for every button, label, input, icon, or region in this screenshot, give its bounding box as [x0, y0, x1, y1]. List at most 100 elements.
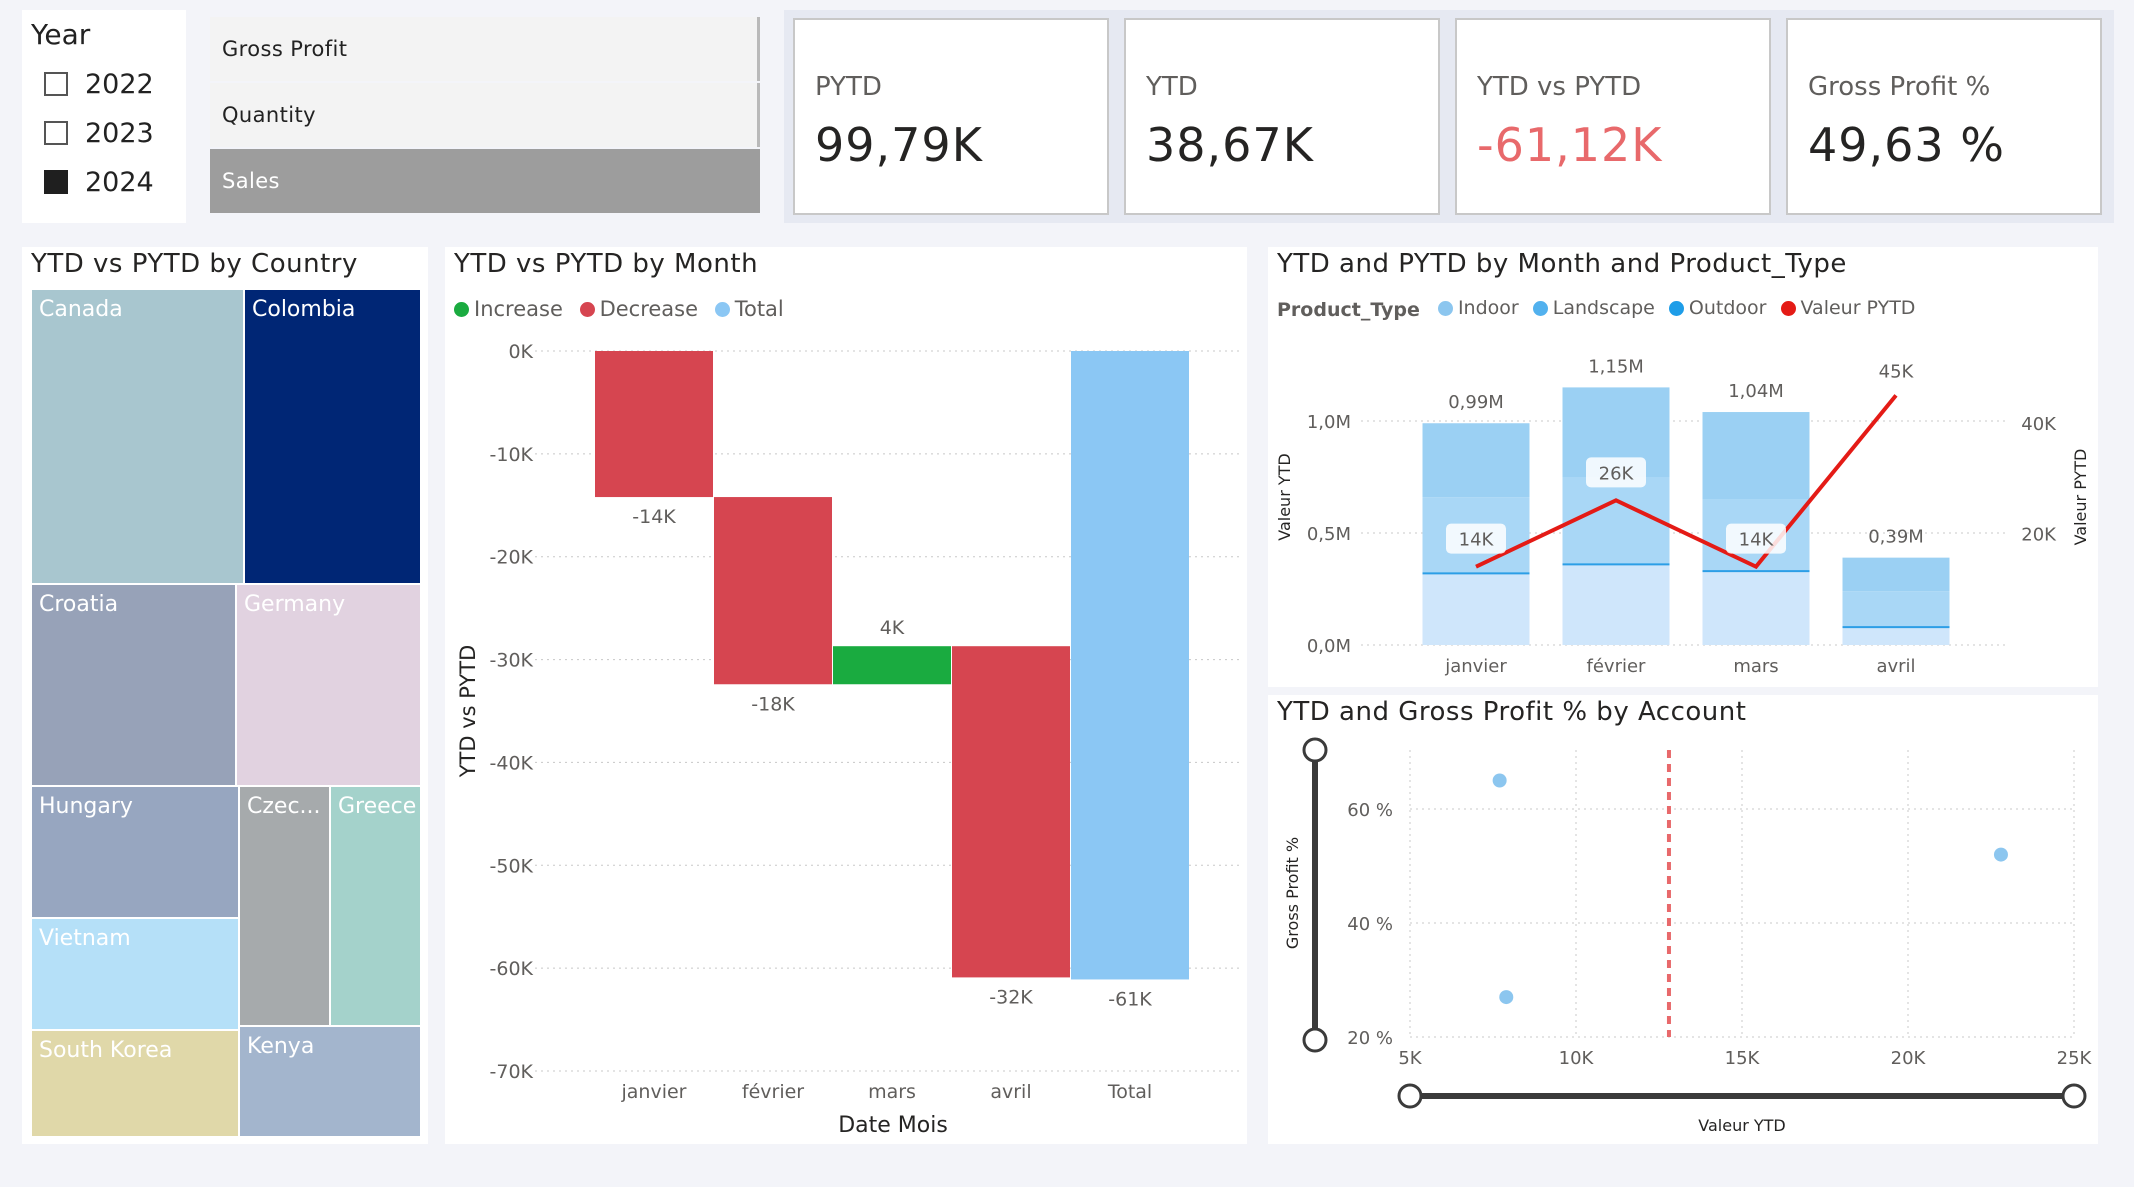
- y-zoom-handle-bottom[interactable]: [1302, 1027, 1328, 1053]
- checkbox-2022[interactable]: [44, 72, 68, 96]
- kpi-value: 99,79K: [815, 118, 983, 172]
- treemap-tile-south-korea[interactable]: South Korea: [31, 1030, 239, 1137]
- x-tick-label: février: [1587, 656, 1647, 677]
- data-label: 4K: [880, 617, 905, 639]
- y-tick-label: 40 %: [1347, 914, 1393, 935]
- x-tick-label: 15K: [1725, 1048, 1761, 1069]
- treemap-tile-colombia[interactable]: Colombia: [244, 289, 421, 584]
- measure-button-gross-profit[interactable]: Gross Profit: [210, 17, 760, 81]
- y-tick-label: 0K: [508, 341, 533, 363]
- y-right-tick-label: 20K: [2021, 525, 2057, 546]
- x-axis-title: Valeur YTD: [1698, 1116, 1785, 1135]
- checkbox-2024[interactable]: [44, 170, 68, 194]
- bar-segment-landscape[interactable]: [1842, 591, 1950, 628]
- bar-segment-indoor[interactable]: [1422, 573, 1530, 645]
- y-zoom-handle-top[interactable]: [1302, 737, 1328, 763]
- x-tick-label: 20K: [1891, 1048, 1927, 1069]
- x-tick-label: 5K: [1398, 1048, 1422, 1069]
- bar-segment-outdoor[interactable]: [1702, 412, 1810, 500]
- checkbox-2023[interactable]: [44, 121, 68, 145]
- kpi-label: YTD: [1146, 72, 1198, 102]
- measure-selector: Gross Profit Quantity Sales: [210, 17, 762, 214]
- tile-label: Kenya: [247, 1034, 315, 1059]
- treemap-tile-kenya[interactable]: Kenya: [239, 1026, 421, 1137]
- y-left-tick-label: 1,0M: [1307, 412, 1351, 433]
- year-option-2023[interactable]: 2023: [44, 115, 154, 151]
- y-tick-label: -20K: [490, 547, 534, 569]
- x-zoom-handle-right[interactable]: [2061, 1083, 2087, 1109]
- bar-segment-outdoor[interactable]: [1842, 557, 1950, 592]
- waterfall-bar-février[interactable]: [714, 497, 832, 685]
- treemap-tile-canada[interactable]: Canada: [31, 289, 244, 584]
- slicer-title: Year: [31, 18, 91, 51]
- x-tick-label: 25K: [2057, 1048, 2093, 1069]
- measure-button-sales[interactable]: Sales: [210, 149, 760, 213]
- scatter-point[interactable]: [1499, 990, 1514, 1005]
- year-slicer: Year 2022 2023 2024: [22, 10, 186, 223]
- treemap-tile-czech[interactable]: Czec...: [239, 786, 330, 1026]
- tile-label: Hungary: [39, 794, 133, 819]
- tile-label: Croatia: [39, 592, 119, 617]
- x-tick-label: avril: [990, 1081, 1031, 1103]
- waterfall-bar-total[interactable]: [1071, 351, 1189, 980]
- x-tick-label: janvier: [621, 1081, 687, 1103]
- data-label: -32K: [989, 986, 1033, 1008]
- kpi-label: Gross Profit %: [1808, 72, 1991, 102]
- bar-segment-landscape[interactable]: [1562, 477, 1670, 565]
- line-data-label: 26K: [1599, 463, 1635, 484]
- measure-button-label: Gross Profit: [222, 37, 348, 61]
- kpi-card-gross-profit-pct: Gross Profit % 49,63 %: [1786, 18, 2102, 215]
- measure-button-quantity[interactable]: Quantity: [210, 83, 760, 147]
- x-tick-label: avril: [1876, 656, 1915, 677]
- scatter-panel: YTD and Gross Profit % by Account 5K 10K 1…: [1268, 695, 2098, 1144]
- treemap-tile-hungary[interactable]: Hungary: [31, 786, 239, 918]
- x-tick-label: mars: [868, 1081, 916, 1103]
- tile-label: Vietnam: [39, 926, 131, 951]
- scatter-point[interactable]: [1993, 847, 2008, 862]
- measure-button-label: Quantity: [222, 103, 316, 127]
- combo-chart: 1,0M 0,5M 0,0M 40K 20K Valeur YTD Valeur PYTD 0…: [1275, 356, 2090, 677]
- x-tick-label: mars: [1733, 656, 1778, 677]
- y-axis-title: YTD vs PYTD: [456, 645, 480, 779]
- x-tick-label: 10K: [1559, 1048, 1595, 1069]
- treemap-tile-vietnam[interactable]: Vietnam: [31, 918, 239, 1030]
- treemap-title: YTD vs PYTD by Country: [31, 249, 358, 279]
- line-data-label: 14K: [1739, 530, 1775, 551]
- x-tick-label: janvier: [1444, 656, 1507, 677]
- x-tick-label: février: [742, 1081, 804, 1103]
- y-tick-label: 60 %: [1347, 800, 1393, 821]
- treemap-tile-greece[interactable]: Greece: [330, 786, 421, 1026]
- data-label: -18K: [751, 693, 795, 715]
- y-tick-label: -10K: [490, 444, 534, 466]
- bar-segment-indoor[interactable]: [1562, 564, 1670, 645]
- y-left-tick-label: 0,0M: [1307, 636, 1351, 657]
- kpi-label: YTD vs PYTD: [1477, 72, 1642, 102]
- y-tick-label: -60K: [490, 958, 534, 980]
- year-option-2024[interactable]: 2024: [44, 164, 154, 200]
- y-tick-label: 20 %: [1347, 1028, 1393, 1049]
- bar-total-label: 1,15M: [1588, 356, 1644, 377]
- data-label: -14K: [632, 506, 676, 528]
- year-option-2022[interactable]: 2022: [44, 66, 154, 102]
- kpi-card-ytd: YTD 38,67K: [1124, 18, 1440, 215]
- y-axis-title: Gross Profit %: [1283, 837, 1302, 949]
- y-tick-label: -70K: [490, 1061, 534, 1083]
- tile-label: Germany: [244, 592, 346, 617]
- y-right-tick-label: 40K: [2021, 414, 2057, 435]
- bar-segment-indoor[interactable]: [1842, 627, 1950, 645]
- measure-button-label: Sales: [222, 169, 280, 193]
- waterfall-bar-mars[interactable]: [833, 646, 951, 685]
- bar-segment-indoor[interactable]: [1702, 571, 1810, 645]
- kpi-value: -61,12K: [1477, 118, 1663, 172]
- scatter-point[interactable]: [1492, 773, 1507, 788]
- waterfall-bar-janvier[interactable]: [595, 351, 713, 498]
- x-zoom-handle-left[interactable]: [1397, 1083, 1423, 1109]
- treemap: Canada Colombia Croatia Germany Hungary …: [31, 289, 421, 1137]
- kpi-card-pytd: PYTD 99,79K: [793, 18, 1109, 215]
- treemap-tile-germany[interactable]: Germany: [236, 584, 421, 786]
- y-left-tick-label: 0,5M: [1307, 524, 1351, 545]
- tile-label: South Korea: [39, 1038, 173, 1063]
- treemap-tile-croatia[interactable]: Croatia: [31, 584, 236, 786]
- waterfall-bar-avril[interactable]: [952, 646, 1070, 978]
- bar-segment-outdoor[interactable]: [1422, 423, 1530, 498]
